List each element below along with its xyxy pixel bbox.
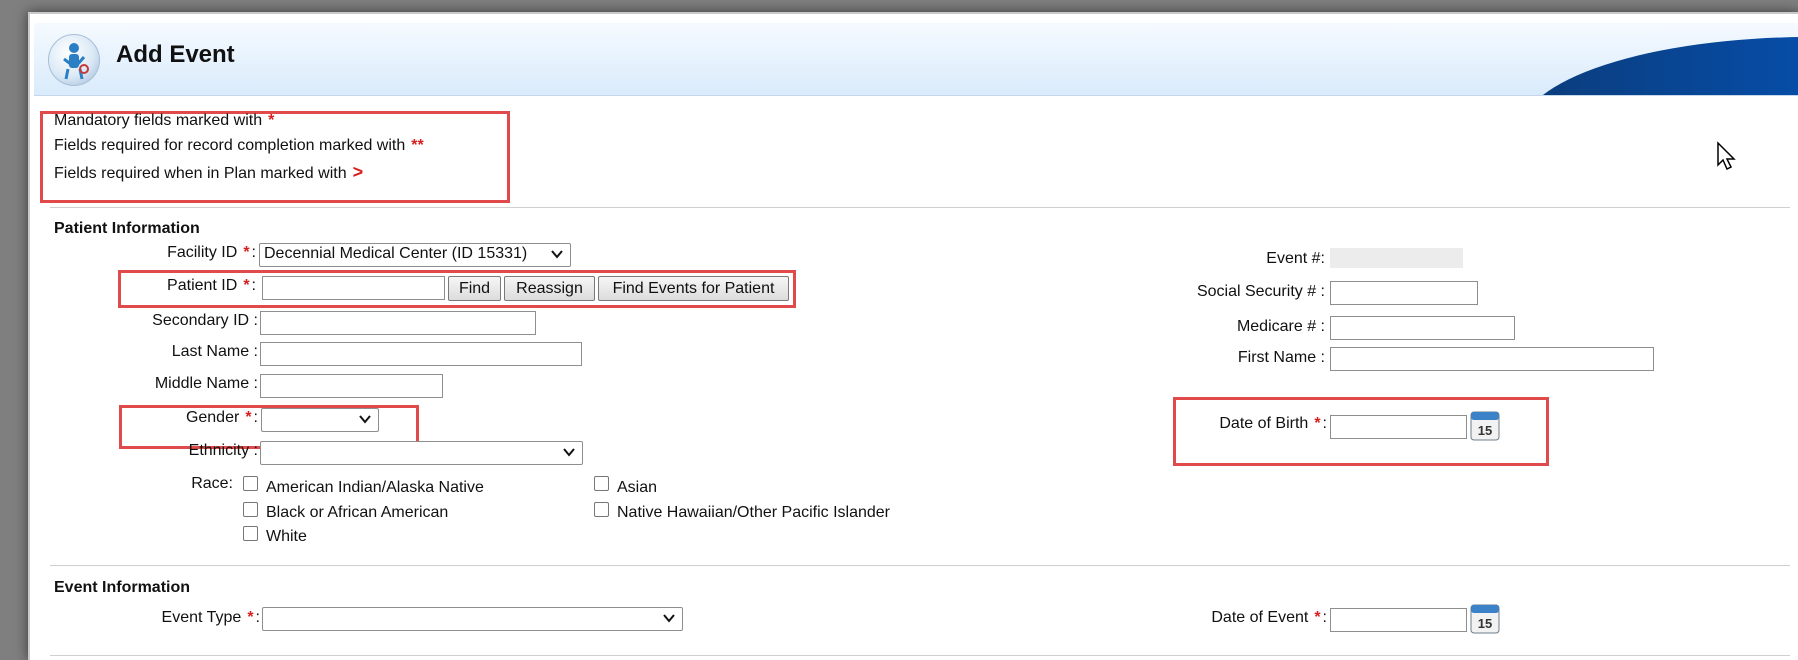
plan-mark: > [352,162,364,182]
first-name-input[interactable] [1330,347,1654,371]
facility-colon: : [251,244,256,261]
legend-plan: Fields required when in Plan marked with… [54,162,363,183]
patient-section-title: Patient Information [54,220,200,237]
race-black-checkbox[interactable] [243,502,258,517]
ethnicity-select[interactable] [260,441,583,465]
patient-id-input[interactable] [262,276,445,300]
calendar-icon[interactable]: 15 [1470,603,1500,634]
gender-required-mark: * [245,409,252,426]
facility-label: Facility ID *: [110,244,256,262]
patient-id-label-text: Patient ID [167,277,238,294]
header-swoosh [1520,37,1798,95]
find-button[interactable]: Find [448,276,501,301]
patient-id-required-mark: * [243,277,250,294]
gender-label: Gender *: [90,409,258,427]
first-name-label: First Name : [1237,349,1325,366]
event-number-label: Event #: [1266,250,1325,267]
chevron-down-icon [551,250,563,259]
legend-completion-text: Fields required for record completion ma… [54,137,406,154]
dob-colon: : [1322,415,1327,432]
event-number-value [1330,248,1463,268]
mouse-cursor-icon [1717,141,1736,171]
ssn-label: Social Security # : [1196,283,1325,300]
event-date-label-text: Date of Event [1211,609,1309,626]
legend-plan-text: Fields required when in Plan marked with [54,165,347,182]
patient-id-label: Patient ID *: [110,277,256,295]
calendar-icon[interactable]: 15 [1470,410,1500,441]
completion-mark: ** [411,137,424,154]
medicare-label: Medicare # : [1236,318,1325,335]
race-black-label: Black or African American [266,504,449,521]
medical-logo-icon [48,34,100,86]
middle-name-label: Middle Name : [154,375,258,392]
reassign-button[interactable]: Reassign [504,276,595,301]
patient-id-colon: : [251,277,256,294]
ssn-input[interactable] [1330,281,1478,305]
chevron-down-icon [563,448,575,457]
find-events-for-patient-button[interactable]: Find Events for Patient [598,276,789,301]
dob-label: Date of Birth *: [1130,415,1327,433]
race-white-label: White [266,528,307,545]
event-type-required-mark: * [247,609,254,626]
race-label: Race: [191,475,233,492]
chevron-down-icon [663,614,675,623]
dob-label-text: Date of Birth [1219,415,1309,432]
secondary-id-input[interactable] [260,311,536,335]
event-type-colon: : [255,609,260,626]
page-header: Add Event [34,23,1798,96]
chevron-down-icon [359,415,371,424]
mandatory-mark: * [268,112,275,129]
dob-required-mark: * [1314,415,1321,432]
race-hawaiian-checkbox[interactable] [594,502,609,517]
event-date-colon: : [1322,609,1327,626]
race-hawaiian-label: Native Hawaiian/Other Pacific Islander [617,504,891,521]
event-section-title: Event Information [54,579,191,596]
event-type-label-text: Event Type [161,609,242,626]
facility-label-text: Facility ID [167,244,238,261]
gender-colon: : [253,409,258,426]
gender-label-text: Gender [185,409,240,426]
divider-middle [50,565,1790,566]
medicare-input[interactable] [1330,316,1515,340]
legend-mandatory: Mandatory fields marked with * [54,112,274,130]
page-title: Add Event [116,41,235,68]
event-date-required-mark: * [1314,609,1321,626]
event-date-label: Date of Event *: [1130,609,1327,627]
dob-input[interactable] [1330,415,1467,439]
divider-top [50,207,1790,208]
main-panel: Add Event Mandatory fields marked with * … [28,12,1798,660]
race-american-indian-checkbox[interactable] [243,476,258,491]
race-asian-label: Asian [617,479,658,496]
event-type-label: Event Type *: [70,609,260,627]
last-name-label: Last Name : [171,343,258,360]
gender-select[interactable] [261,408,379,432]
divider-bottom [50,655,1790,656]
middle-name-input[interactable] [260,374,443,398]
event-date-input[interactable] [1330,608,1467,632]
last-name-input[interactable] [260,342,582,366]
legend-mandatory-text: Mandatory fields marked with [54,112,263,129]
secondary-id-label: Secondary ID : [152,312,258,329]
calendar-day: 15 [1478,616,1492,631]
race-asian-checkbox[interactable] [594,476,609,491]
ethnicity-label: Ethnicity : [188,442,258,459]
race-white-checkbox[interactable] [243,526,258,541]
legend-completion: Fields required for record completion ma… [54,137,424,155]
race-american-indian-label: American Indian/Alaska Native [266,479,484,496]
facility-select-value: Decennial Medical Center (ID 15331) [264,245,528,262]
event-type-select[interactable] [262,607,683,631]
calendar-day: 15 [1478,423,1492,438]
facility-required-mark: * [243,244,250,261]
facility-select[interactable]: Decennial Medical Center (ID 15331) [259,243,571,267]
